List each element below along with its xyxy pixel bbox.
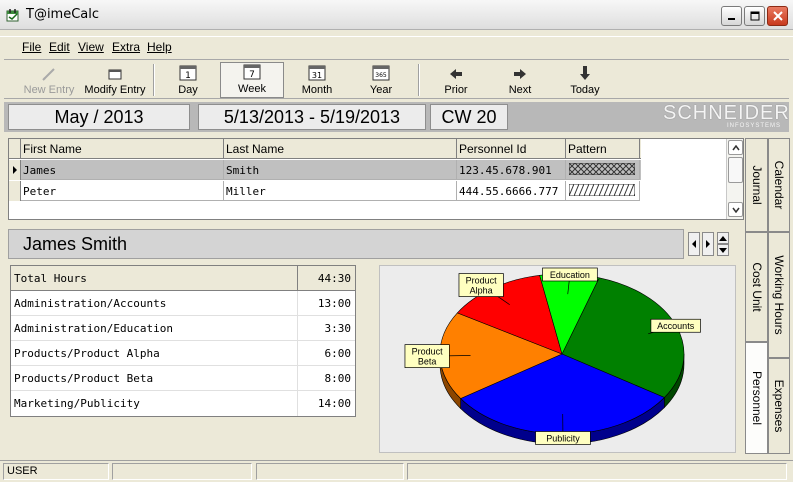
- date-strip: May / 2013 5/13/2013 - 5/19/2013 CW 20 S…: [4, 102, 789, 132]
- arrow-left-icon: [450, 69, 462, 79]
- today-button[interactable]: Today: [560, 62, 610, 98]
- menu-help[interactable]: Help: [147, 40, 172, 54]
- week-view-button[interactable]: 7 Week: [220, 62, 284, 98]
- list-item[interactable]: Administration/Accounts 13:00: [11, 291, 355, 316]
- scroll-down-button[interactable]: [728, 202, 743, 217]
- list-item[interactable]: Products/Product Alpha 6:00: [11, 341, 355, 366]
- status-user: USER: [3, 463, 109, 480]
- minimize-button[interactable]: [721, 6, 742, 26]
- tab-cost-unit[interactable]: Cost Unit: [745, 232, 768, 342]
- week-calendar-icon: 7: [243, 64, 261, 80]
- pie-label: Alpha: [470, 286, 493, 296]
- maximize-icon: [750, 11, 759, 21]
- menu-bar: File Edit View Extra Help: [0, 36, 793, 56]
- title-bar: T@imeCalc: [0, 0, 793, 30]
- pie-label: Publicity: [546, 433, 580, 443]
- month-view-button[interactable]: 31 Month: [292, 62, 342, 98]
- next-record-button[interactable]: [702, 232, 714, 256]
- day-view-button[interactable]: 1 Day: [164, 62, 212, 98]
- svg-text:7: 7: [249, 70, 255, 80]
- table-row[interactable]: James Smith 123.45.678.901: [9, 160, 641, 180]
- hours-pie-chart-panel: Accounts Publicity Product Beta Product Alpha…: [379, 265, 736, 453]
- current-row-arrow-icon: [13, 166, 17, 174]
- chevron-up-icon: [731, 144, 740, 150]
- new-entry-icon: [42, 68, 55, 81]
- month-calendar-icon: 31: [308, 65, 326, 81]
- next-button[interactable]: Next: [496, 62, 544, 98]
- grid-header: First Name Last Name Personnel Id Patter…: [9, 139, 641, 159]
- arrow-right-icon: [514, 69, 526, 79]
- svg-text:1: 1: [185, 71, 191, 81]
- pattern-cell: [566, 160, 640, 180]
- diagonal-pattern: [568, 183, 636, 197]
- scroll-up-button[interactable]: [728, 140, 743, 155]
- triangle-right-icon: [706, 240, 710, 248]
- close-button[interactable]: [767, 6, 788, 26]
- column-first-name[interactable]: First Name: [21, 139, 224, 159]
- prior-button[interactable]: Prior: [432, 62, 480, 98]
- modify-entry-icon: [108, 69, 122, 80]
- pattern-cell: [566, 181, 640, 201]
- previous-record-button[interactable]: [688, 232, 700, 256]
- selected-person-name: James Smith: [8, 229, 684, 259]
- menu-extra[interactable]: Extra: [112, 40, 140, 54]
- pie-label: Beta: [418, 357, 437, 367]
- triangle-down-icon: [719, 247, 727, 253]
- tab-expenses[interactable]: Expenses: [768, 358, 790, 454]
- tab-personnel[interactable]: Personnel: [745, 342, 768, 454]
- menu-file[interactable]: File: [22, 40, 41, 54]
- close-icon: [772, 11, 783, 21]
- list-item[interactable]: Marketing/Publicity 14:00: [11, 391, 355, 416]
- list-item[interactable]: Administration/Education 3:30: [11, 316, 355, 341]
- menu-view[interactable]: View: [78, 40, 104, 54]
- table-row[interactable]: Peter Miller 444.55.6666.777: [9, 181, 641, 201]
- year-view-button[interactable]: 365 Year: [356, 62, 406, 98]
- pie-label: Product: [412, 347, 444, 357]
- spin-down-button[interactable]: [717, 244, 729, 256]
- list-item[interactable]: Products/Product Beta 8:00: [11, 366, 355, 391]
- new-entry-button[interactable]: New Entry: [20, 62, 78, 98]
- current-month: May / 2013: [8, 104, 190, 130]
- company-logo: SCHNEIDER INFOSYSTEMS: [663, 102, 790, 129]
- column-pattern[interactable]: Pattern: [566, 139, 640, 159]
- maximize-button[interactable]: [744, 6, 765, 26]
- calendar-week: CW 20: [430, 104, 508, 130]
- modify-entry-button[interactable]: Modify Entry: [80, 62, 150, 98]
- menu-edit[interactable]: Edit: [49, 40, 70, 54]
- toolbar: New Entry Modify Entry 1 Day 7 Week 31 M…: [4, 59, 789, 99]
- pie-label: Product: [466, 276, 498, 286]
- total-hours-row[interactable]: Total Hours 44:30: [11, 266, 355, 291]
- app-icon: [6, 9, 19, 22]
- minimize-icon: [727, 18, 735, 20]
- window-title: T@imeCalc: [26, 7, 100, 22]
- pie-label: Education: [550, 270, 590, 280]
- status-bar: USER: [0, 460, 793, 482]
- triangle-up-icon: [719, 235, 727, 241]
- column-personnel-id[interactable]: Personnel Id: [457, 139, 566, 159]
- day-calendar-icon: 1: [179, 65, 197, 81]
- row-indicator: [9, 160, 21, 180]
- hours-table: Total Hours 44:30 Administration/Account…: [10, 265, 356, 417]
- column-last-name[interactable]: Last Name: [224, 139, 457, 159]
- svg-text:365: 365: [375, 72, 387, 79]
- svg-text:31: 31: [312, 71, 322, 80]
- personnel-grid: First Name Last Name Personnel Id Patter…: [8, 138, 744, 220]
- tab-working-hours[interactable]: Working Hours: [768, 232, 790, 358]
- chevron-down-icon: [731, 207, 740, 213]
- year-calendar-icon: 365: [372, 65, 390, 81]
- scroll-thumb[interactable]: [728, 157, 743, 183]
- hours-pie-chart: AccountsPublicityProductBetaProductAlpha…: [404, 267, 701, 445]
- date-range: 5/13/2013 - 5/19/2013: [198, 104, 426, 130]
- pie-label: Accounts: [657, 321, 695, 331]
- triangle-left-icon: [692, 240, 696, 248]
- arrow-down-icon: [580, 66, 590, 80]
- spin-up-button[interactable]: [717, 232, 729, 244]
- grid-scrollbar[interactable]: [726, 139, 743, 219]
- crosshatch-pattern: [568, 162, 636, 176]
- tab-calendar[interactable]: Calendar: [768, 138, 790, 232]
- tab-journal[interactable]: Journal: [745, 138, 768, 232]
